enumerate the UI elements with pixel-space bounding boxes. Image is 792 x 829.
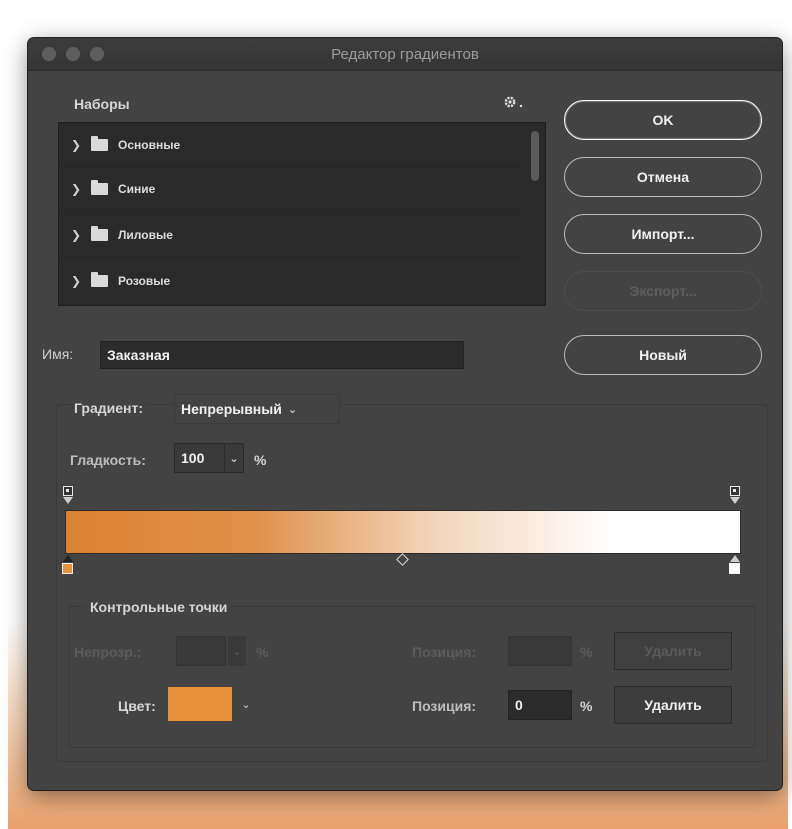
color-position-input[interactable]: 0 xyxy=(508,690,572,720)
color-label: Цвет: xyxy=(118,698,156,714)
presets-list[interactable]: ❯ Основные ❯ Синие ❯ Лиловые ❯ Розовые xyxy=(58,122,546,306)
smoothness-dropdown-button[interactable]: ⌄ xyxy=(224,444,243,472)
chevron-right-icon[interactable]: ❯ xyxy=(71,274,85,288)
opacity-dropdown-button[interactable]: ⌄ xyxy=(228,636,246,666)
color-dropdown-button[interactable]: ⌄ xyxy=(238,694,254,714)
gradient-type-value: Непрерывный xyxy=(181,401,282,417)
opacity-stop-left[interactable] xyxy=(63,486,73,496)
preset-folder-label: Основные xyxy=(118,138,181,152)
preset-folder-pink[interactable]: ❯ Розовые xyxy=(59,259,523,303)
smoothness-unit: % xyxy=(254,452,267,468)
chevron-down-icon: ⌄ xyxy=(229,452,239,465)
color-position-label: Позиция: xyxy=(412,698,477,714)
opacity-stop-right[interactable] xyxy=(730,486,740,496)
smoothness-input[interactable]: 100 ⌄ xyxy=(174,443,244,473)
color-stop-left-pointer xyxy=(63,555,73,562)
color-delete-button[interactable]: Удалить xyxy=(614,686,732,724)
opacity-position-label: Позиция: xyxy=(412,644,477,660)
gradient-preview-bar[interactable] xyxy=(66,511,740,553)
presets-scrollbar[interactable] xyxy=(531,131,539,181)
gradient-type-label: Градиент: xyxy=(74,400,147,416)
opacity-position-unit: % xyxy=(580,644,593,660)
opacity-unit: % xyxy=(256,644,269,660)
new-button[interactable]: Новый xyxy=(564,335,762,375)
chevron-right-icon[interactable]: ❯ xyxy=(71,138,85,152)
gradient-editor-dialog: Редактор градиентов Наборы ❯ Основные ❯ … xyxy=(28,38,782,790)
presets-label: Наборы xyxy=(74,96,130,112)
chevron-down-icon: ⌄ xyxy=(232,645,242,658)
color-stop-left[interactable] xyxy=(62,563,73,574)
color-position-unit: % xyxy=(580,698,593,714)
stops-group-label: Контрольные точки xyxy=(86,599,232,615)
stops-group xyxy=(68,606,756,748)
title-bar: Редактор градиентов xyxy=(28,38,782,71)
chevron-right-icon[interactable]: ❯ xyxy=(71,228,85,242)
name-label: Имя: xyxy=(42,346,74,362)
folder-icon xyxy=(91,226,108,241)
preset-folder-basic[interactable]: ❯ Основные xyxy=(59,123,523,168)
color-stop-right-pointer xyxy=(730,555,740,562)
folder-icon xyxy=(91,136,108,151)
opacity-input[interactable] xyxy=(176,636,226,666)
chevron-down-icon: ⌄ xyxy=(287,403,298,416)
export-button[interactable]: Экспорт... xyxy=(564,271,762,311)
chevron-right-icon[interactable]: ❯ xyxy=(71,182,85,196)
window-title: Редактор градиентов xyxy=(331,46,479,63)
chevron-down-icon: ⌄ xyxy=(241,698,251,711)
color-stop-right[interactable] xyxy=(729,563,740,574)
smoothness-value: 100 xyxy=(181,450,205,466)
folder-icon xyxy=(91,180,108,195)
gradient-type-select[interactable]: Непрерывный ⌄ xyxy=(174,394,340,424)
folder-icon xyxy=(91,272,108,287)
opacity-label: Непрозр.: xyxy=(74,644,142,660)
import-button[interactable]: Импорт... xyxy=(564,214,762,254)
ok-button[interactable]: OK xyxy=(564,100,762,140)
opacity-stop-right-pointer xyxy=(730,497,740,504)
preset-folder-blue[interactable]: ❯ Синие xyxy=(59,167,523,212)
opacity-delete-button[interactable]: Удалить xyxy=(614,632,732,670)
gear-icon[interactable] xyxy=(502,94,528,112)
preset-folder-label: Лиловые xyxy=(118,228,173,242)
smoothness-label: Гладкость: xyxy=(70,452,146,468)
opacity-stop-left-pointer xyxy=(63,497,73,504)
color-swatch[interactable] xyxy=(168,687,232,721)
cancel-button[interactable]: Отмена xyxy=(564,157,762,197)
preset-folder-label: Синие xyxy=(118,182,156,196)
preset-folder-purple[interactable]: ❯ Лиловые xyxy=(59,213,523,258)
opacity-position-input[interactable] xyxy=(508,636,572,666)
name-input[interactable]: Заказная xyxy=(100,341,464,369)
preset-folder-label: Розовые xyxy=(118,274,171,288)
